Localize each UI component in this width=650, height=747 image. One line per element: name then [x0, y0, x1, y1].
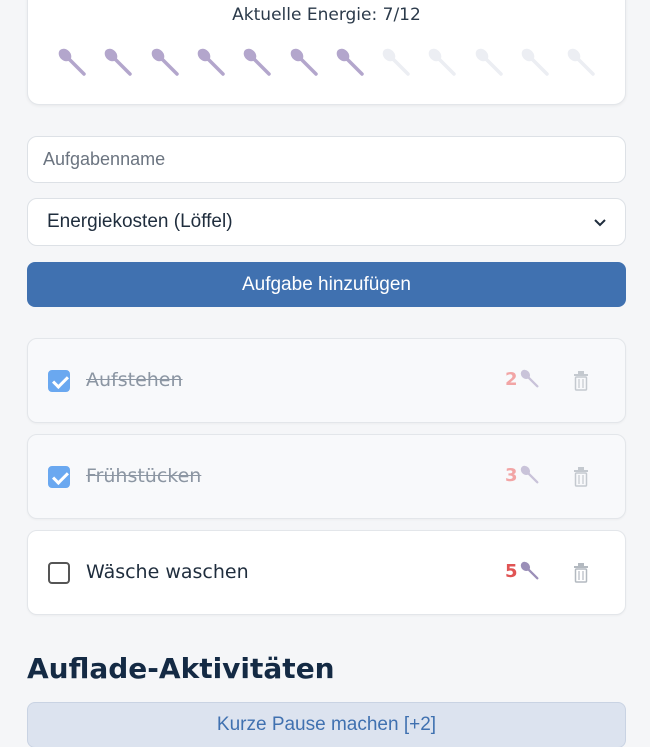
spoon-icon — [519, 368, 541, 390]
spoon-icon — [333, 45, 367, 79]
task-item: Frühstücken 3 — [27, 434, 626, 519]
energy-card: Aktuelle Energie: 7/12 — [27, 0, 626, 105]
delete-task-button[interactable] — [573, 563, 589, 583]
spoon-icon — [564, 45, 598, 79]
recharge-short-break-button[interactable]: Kurze Pause machen [+2] — [27, 702, 626, 747]
trash-icon — [574, 371, 588, 391]
spoon-icon — [55, 45, 89, 79]
task-checkbox[interactable] — [48, 562, 70, 584]
task-name: Frühstücken — [86, 465, 202, 487]
spoon-icon — [194, 45, 228, 79]
trash-icon — [574, 467, 588, 487]
energy-cost-select[interactable]: Energiekosten (Löffel) — [27, 198, 626, 246]
task-checkbox[interactable] — [48, 370, 70, 392]
delete-task-button[interactable] — [573, 467, 589, 487]
task-name: Aufstehen — [86, 369, 183, 391]
delete-task-button[interactable] — [573, 371, 589, 391]
recharge-section-title: Auflade-Aktivitäten — [27, 652, 335, 685]
spoon-icon — [101, 45, 135, 79]
spoon-icon — [379, 45, 413, 79]
chevron-down-icon — [594, 214, 606, 230]
task-cost: 3 — [505, 465, 518, 486]
energy-label: Aktuelle Energie: 7/12 — [232, 5, 421, 25]
spoon-icon — [287, 45, 321, 79]
spoon-icon — [519, 464, 541, 486]
spoon-icon — [240, 45, 274, 79]
spoon-icon — [425, 45, 459, 79]
spoon-icon — [148, 45, 182, 79]
energy-cost-select-value: Energiekosten (Löffel) — [47, 211, 233, 232]
trash-icon — [574, 563, 588, 583]
task-cost: 2 — [505, 369, 518, 390]
add-task-button[interactable]: Aufgabe hinzufügen — [27, 262, 626, 307]
spoon-icon — [472, 45, 506, 79]
task-item: Wäsche waschen 5 — [27, 530, 626, 615]
task-checkbox[interactable] — [48, 466, 70, 488]
task-item: Aufstehen 2 — [27, 338, 626, 423]
task-name-input[interactable] — [27, 136, 626, 183]
spoon-icon — [518, 45, 552, 79]
task-name: Wäsche waschen — [86, 561, 249, 583]
task-cost: 5 — [505, 561, 518, 582]
spoon-icon — [519, 560, 541, 582]
